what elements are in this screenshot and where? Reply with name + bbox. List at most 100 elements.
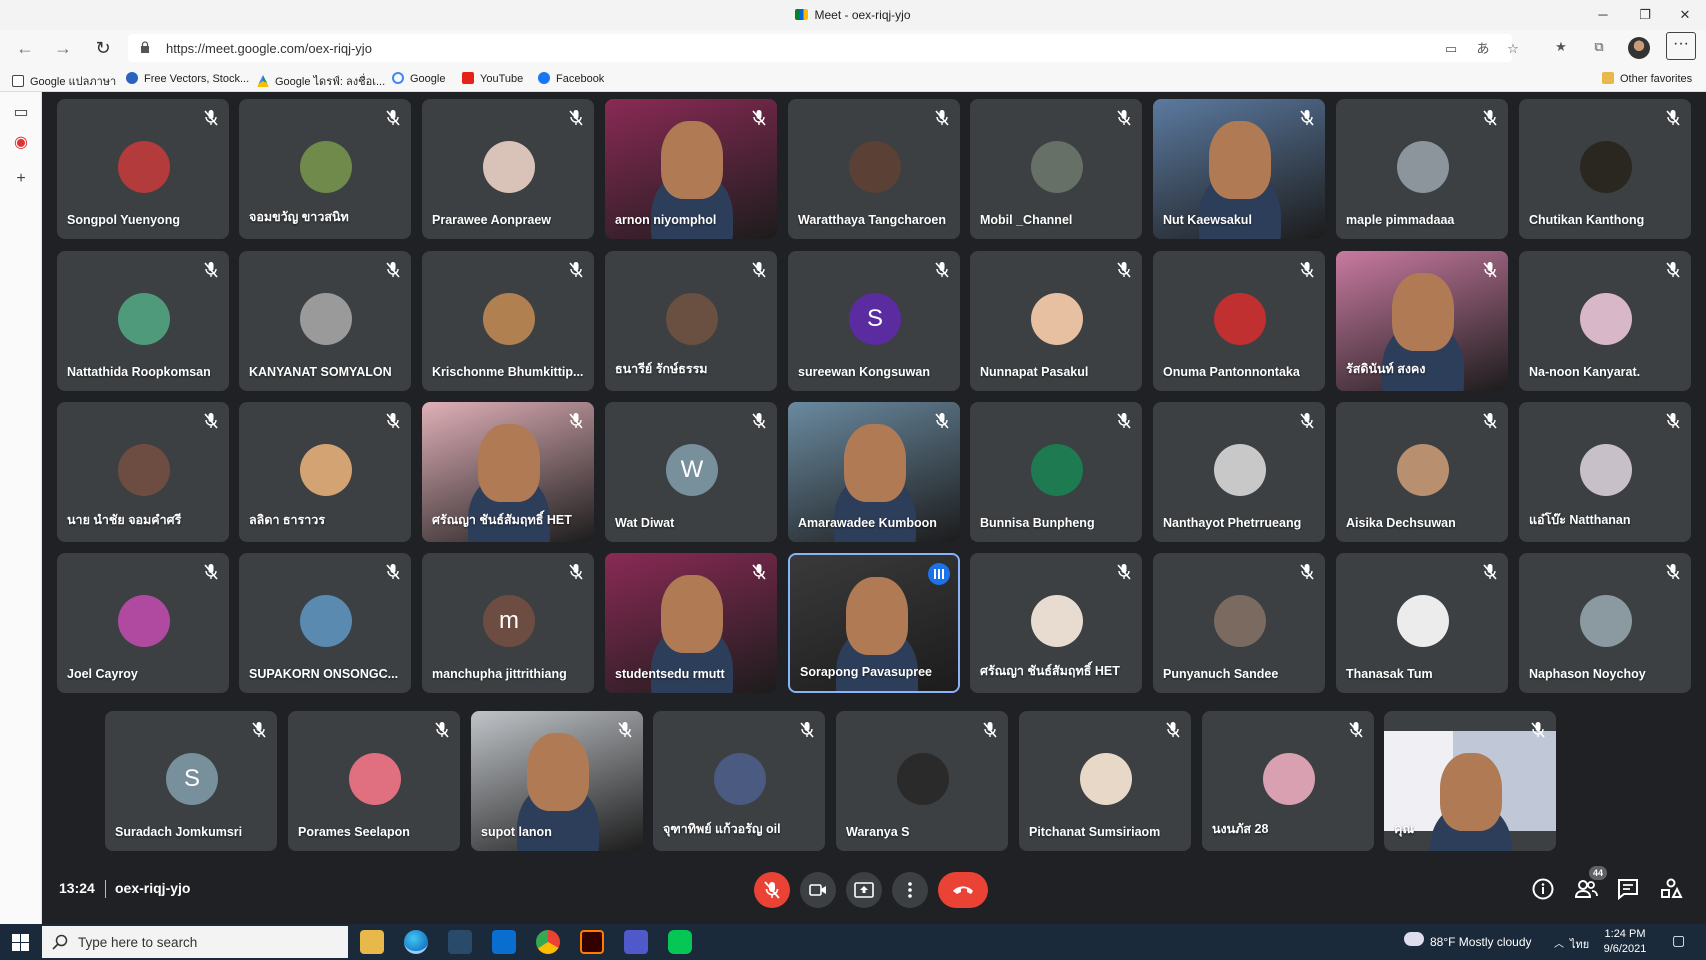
participant-tile[interactable]: นงนภัส 28 bbox=[1202, 711, 1374, 851]
participant-tile[interactable]: Aisika Dechsuwan bbox=[1336, 402, 1508, 542]
participant-tile[interactable]: studentsedu rmutt bbox=[605, 553, 777, 693]
participant-tile[interactable]: SUPAKORN ONSONGC... bbox=[239, 553, 411, 693]
participant-tile[interactable]: arnon niyomphol bbox=[605, 99, 777, 239]
participant-tile[interactable]: Ssureewan Kongsuwan bbox=[788, 251, 960, 391]
participant-tile[interactable]: Sorapong Pavasupree bbox=[788, 553, 960, 693]
reload-button[interactable]: ↻ bbox=[92, 37, 114, 59]
participant-tile[interactable]: Nut Kaewsakul bbox=[1153, 99, 1325, 239]
weather-status[interactable]: 88°F Mostly cloudy bbox=[1430, 935, 1532, 949]
participant-tile[interactable]: Porames Seelapon bbox=[288, 711, 460, 851]
favorite-link[interactable]: Google ไดรฟ์: ลงชื่อเ... bbox=[257, 72, 385, 90]
meet-favicon-icon bbox=[795, 9, 809, 20]
settings-more-button[interactable]: ··· bbox=[1666, 32, 1696, 60]
notifications-icon[interactable]: ▢ bbox=[1672, 932, 1685, 949]
participant-tile[interactable]: Punyanuch Sandee bbox=[1153, 553, 1325, 693]
address-bar[interactable]: https://meet.google.com/oex-riqj-yjo ▭ あ… bbox=[128, 34, 1519, 62]
weather-cloud-icon[interactable] bbox=[1404, 932, 1424, 946]
participant-tile[interactable]: Prarawee Aonpraew bbox=[422, 99, 594, 239]
participant-tile[interactable]: จอมขวัญ ขาวสนิท bbox=[239, 99, 411, 239]
participant-tile[interactable]: ศรัณญา ชันธ์สัมฤทธิ์ HET bbox=[422, 402, 594, 542]
mail-icon[interactable] bbox=[492, 930, 516, 954]
camera-toggle-button[interactable] bbox=[800, 872, 836, 908]
chat-icon[interactable] bbox=[1615, 876, 1641, 902]
other-favorites[interactable]: Other favorites bbox=[1602, 72, 1692, 85]
participant-tile[interactable]: Nattathida Roopkomsan bbox=[57, 251, 229, 391]
participant-tile[interactable]: แอ๋โบ๊ะ Natthanan bbox=[1519, 402, 1691, 542]
windows-start-icon[interactable] bbox=[12, 934, 29, 951]
participant-tile[interactable]: Amarawadee Kumboon bbox=[788, 402, 960, 542]
add-favorite-icon[interactable]: ☆ bbox=[1504, 40, 1522, 58]
system-clock[interactable]: 1:24 PM 9/6/2021 bbox=[1600, 927, 1650, 957]
close-window-button[interactable]: ✕ bbox=[1674, 4, 1696, 26]
mic-toggle-button[interactable] bbox=[754, 872, 790, 908]
participant-tile[interactable]: W Wat Diwat bbox=[605, 402, 777, 542]
favorite-link[interactable]: Google bbox=[392, 72, 445, 85]
collections-icon[interactable]: ⧉ bbox=[1590, 38, 1608, 56]
edge-browser-icon[interactable] bbox=[404, 930, 428, 954]
participant-tile[interactable]: Krischonme Bhumkittip... bbox=[422, 251, 594, 391]
mic-muted-icon bbox=[569, 564, 583, 580]
participant-tile[interactable]: รัสดินันท์ สงคง bbox=[1336, 251, 1508, 391]
minimize-button[interactable]: ─ bbox=[1592, 4, 1614, 26]
back-button[interactable]: ← bbox=[14, 37, 36, 59]
more-options-button[interactable] bbox=[892, 872, 928, 908]
participant-tile[interactable]: Waratthaya Tangcharoen bbox=[788, 99, 960, 239]
present-screen-button[interactable] bbox=[846, 872, 882, 908]
participant-tile[interactable]: คุณ bbox=[1384, 711, 1556, 851]
recording-tab-icon[interactable]: ◉ bbox=[10, 132, 32, 154]
show-hidden-icons[interactable]: ︿ bbox=[1554, 935, 1564, 950]
favorite-link[interactable]: Google แปลภาษา bbox=[12, 72, 116, 90]
participant-tile[interactable]: Pitchanat Sumsiriaom bbox=[1019, 711, 1191, 851]
participant-tile[interactable]: จุฑาทิพย์ แก้วอรัญ oil bbox=[653, 711, 825, 851]
participant-tile[interactable]: ธนารีย์ รักษ์ธรรม bbox=[605, 251, 777, 391]
forward-button[interactable]: → bbox=[52, 37, 74, 59]
tab-actions-icon[interactable]: ▭ bbox=[10, 102, 32, 124]
participant-tile[interactable]: Bunnisa Bunpheng bbox=[970, 402, 1142, 542]
url-text[interactable]: https://meet.google.com/oex-riqj-yjo bbox=[166, 41, 372, 56]
camera-permission-icon[interactable]: ▭ bbox=[1442, 40, 1460, 58]
participant-tile[interactable]: Chutikan Kanthong bbox=[1519, 99, 1691, 239]
participant-tile[interactable]: KANYANAT SOMYALON bbox=[239, 251, 411, 391]
participant-tile[interactable]: Naphason Noychoy bbox=[1519, 553, 1691, 693]
participant-tile[interactable]: Waranya S bbox=[836, 711, 1008, 851]
participant-avatar bbox=[1031, 444, 1083, 496]
mic-muted-icon bbox=[1483, 564, 1497, 580]
participant-tile[interactable]: m manchupha jittrithiang bbox=[422, 553, 594, 693]
participant-tile[interactable]: Nanthayot Phetrrueang bbox=[1153, 402, 1325, 542]
chrome-icon[interactable] bbox=[536, 930, 560, 954]
participant-tile[interactable]: Songpol Yuenyong bbox=[57, 99, 229, 239]
new-tab-icon[interactable]: + bbox=[10, 168, 32, 190]
file-explorer-icon[interactable] bbox=[360, 930, 384, 954]
read-aloud-icon[interactable]: あ bbox=[1474, 40, 1492, 58]
participants-button[interactable]: 44 bbox=[1573, 866, 1607, 902]
participant-tile[interactable]: maple pimmadaaa bbox=[1336, 99, 1508, 239]
favorite-link[interactable]: Facebook bbox=[538, 72, 604, 85]
mic-muted-icon bbox=[1483, 262, 1497, 278]
input-language[interactable]: ไทย bbox=[1570, 935, 1589, 953]
profile-avatar[interactable] bbox=[1628, 37, 1650, 59]
participant-tile[interactable]: ศรัณญา ชันธ์สัมฤทธิ์ HET bbox=[970, 553, 1142, 693]
participant-tile[interactable]: Joel Cayroy bbox=[57, 553, 229, 693]
taskbar-search-box[interactable]: Type here to search bbox=[42, 926, 348, 958]
participant-tile[interactable]: Thanasak Tum bbox=[1336, 553, 1508, 693]
line-app-icon[interactable] bbox=[668, 930, 692, 954]
participant-tile[interactable]: Mobil _Channel bbox=[970, 99, 1142, 239]
favorite-link[interactable]: Free Vectors, Stock... bbox=[126, 72, 249, 85]
participant-tile[interactable]: ลลิดา ธาราวร bbox=[239, 402, 411, 542]
illustrator-icon[interactable] bbox=[580, 930, 604, 954]
favorites-icon[interactable]: ★ bbox=[1552, 38, 1570, 56]
participant-tile[interactable]: S Suradach Jomkumsri bbox=[105, 711, 277, 851]
participant-tile[interactable]: Onuma Pantonnontaka bbox=[1153, 251, 1325, 391]
participant-tile[interactable]: supot lanon bbox=[471, 711, 643, 851]
leave-call-button[interactable] bbox=[938, 872, 988, 908]
teams-icon[interactable] bbox=[624, 930, 648, 954]
favorite-link[interactable]: YouTube bbox=[462, 72, 523, 85]
maximize-button[interactable]: ❐ bbox=[1634, 4, 1656, 26]
participant-tile[interactable]: Nunnapat Pasakul bbox=[970, 251, 1142, 391]
participant-tile[interactable]: Na-noon Kanyarat. bbox=[1519, 251, 1691, 391]
participant-tile[interactable]: นาย นำชัย จอมคำศรี bbox=[57, 402, 229, 542]
microsoft-store-icon[interactable] bbox=[448, 930, 472, 954]
meeting-details-icon[interactable] bbox=[1530, 876, 1556, 902]
activities-icon[interactable] bbox=[1658, 876, 1684, 902]
participant-name: Porames Seelapon bbox=[298, 825, 410, 839]
